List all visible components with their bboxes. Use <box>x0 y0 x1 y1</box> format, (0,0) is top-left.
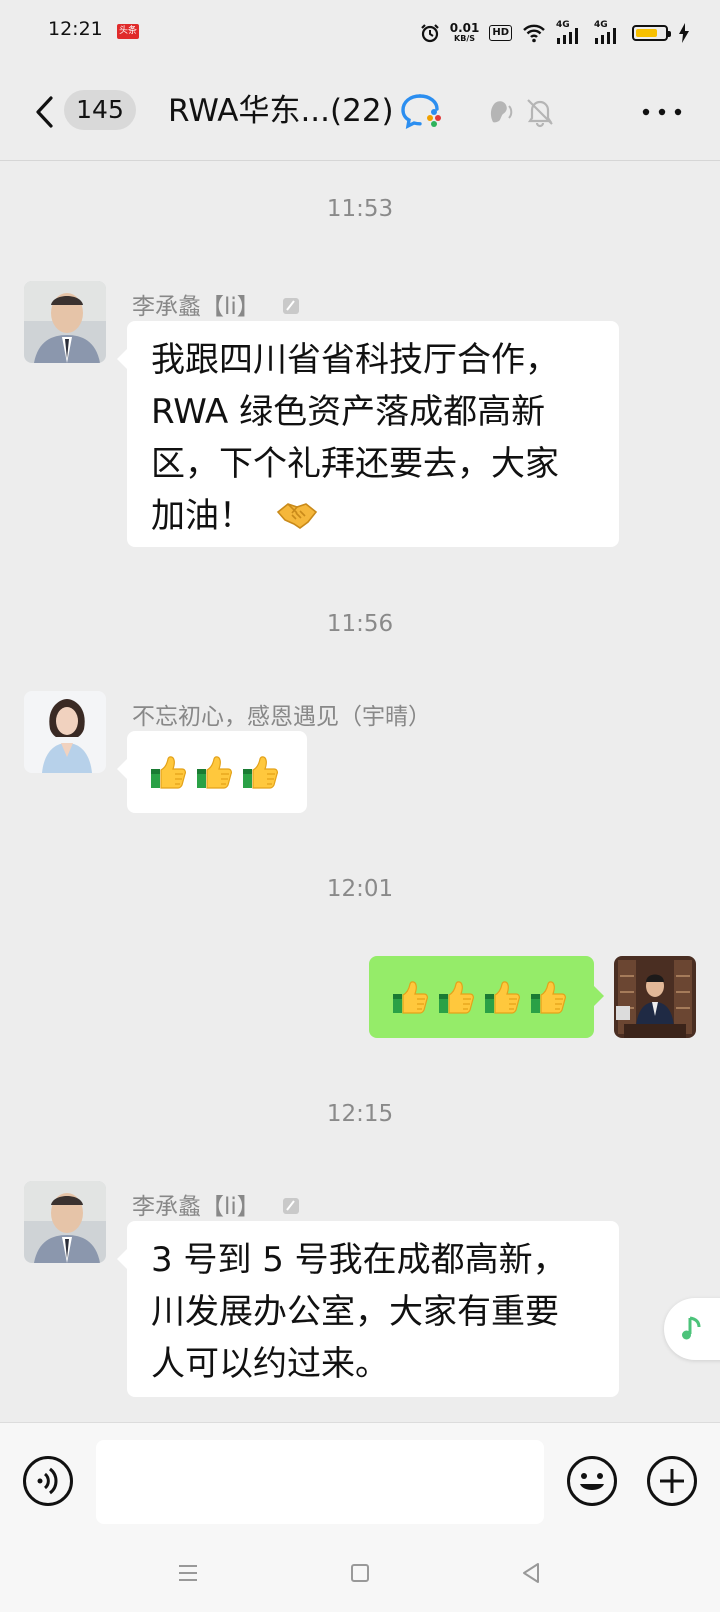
home-nav-icon[interactable] <box>345 1558 375 1588</box>
voice-input-icon[interactable] <box>22 1455 74 1507</box>
signal-icon: 4G <box>556 20 584 44</box>
battery-fill <box>636 29 657 37</box>
emoji-row <box>391 956 572 1038</box>
sender-tag-icon <box>283 298 300 314</box>
message-timestamp: 11:56 <box>326 611 394 637</box>
net-speed-value: 0.01 <box>449 21 480 35</box>
status-time: 12:21 <box>48 18 103 40</box>
message-timestamp: 11:53 <box>326 196 394 222</box>
news-notification-icon: 头条 <box>117 24 139 39</box>
message-input[interactable] <box>96 1440 544 1524</box>
input-bar <box>0 1422 720 1535</box>
system-nav-bar <box>0 1534 720 1612</box>
sender-tag-icon <box>283 1198 300 1214</box>
back-nav-icon[interactable] <box>516 1558 546 1588</box>
thumbs-up-emoji-icon <box>149 753 187 791</box>
net-speed-unit: KB/S <box>454 34 476 43</box>
thumbs-up-emoji-icon <box>483 978 521 1016</box>
wifi-icon <box>523 24 545 43</box>
sender-name-text: 李承蠡【li】 <box>132 1194 260 1220</box>
emoji-row <box>149 731 285 813</box>
thumbs-up-emoji-icon <box>195 753 233 791</box>
avatar[interactable] <box>24 691 106 773</box>
message-timestamp: 12:01 <box>326 876 394 902</box>
unread-count-badge[interactable]: 145 <box>64 90 136 130</box>
handshake-emoji-icon <box>276 503 317 529</box>
avatar[interactable] <box>24 281 106 363</box>
thumbs-up-emoji-icon <box>437 978 475 1016</box>
hd-voice-icon: HD <box>489 25 512 41</box>
message-bubble[interactable]: 3 号到 5 号我在成都高新， 川发展办公室，大家有重要 人可以约过来。 <box>117 1221 619 1397</box>
message-bubble-outgoing[interactable] <box>369 956 604 1038</box>
alarm-icon <box>420 24 439 43</box>
sender-name-text: 李承蠡【li】 <box>132 294 260 320</box>
battery-icon <box>632 25 671 41</box>
thumbs-up-emoji-icon <box>241 753 279 791</box>
mute-bell-icon <box>527 99 553 128</box>
plus-icon[interactable] <box>646 1455 698 1507</box>
net-speed: 0.01 KB/S <box>449 21 480 43</box>
back-icon[interactable] <box>30 92 60 132</box>
avatar[interactable] <box>24 1181 106 1263</box>
message-text: 3 号到 5 号我在成都高新， 川发展办公室，大家有重要 人可以约过来。 <box>151 1240 567 1384</box>
wecom-icon <box>401 94 441 130</box>
music-note-icon <box>682 1316 701 1340</box>
earpiece-icon <box>490 101 513 123</box>
sender-name: 李承蠡【li】 <box>132 287 301 321</box>
thumbs-up-emoji-icon <box>391 978 429 1016</box>
message-text: 我跟四川省省科技厅合作， RWA 绿色资产落成都高新 区，下个礼拜还要去，大家 … <box>151 340 559 536</box>
sender-name: 李承蠡【li】 <box>132 1187 301 1221</box>
chat-title[interactable]: RWA华东...(22) <box>168 90 394 132</box>
charging-icon <box>679 23 689 43</box>
status-bar: 12:21 头条 0.01 KB/S HD 4G 4G <box>0 0 720 66</box>
my-avatar[interactable] <box>614 956 696 1038</box>
signal-icon-2: 4G <box>594 20 622 44</box>
message-timestamp: 12:15 <box>326 1101 394 1127</box>
menu-nav-icon[interactable] <box>173 1558 203 1588</box>
chat-header: 145 RWA华东...(22) <box>0 66 720 161</box>
sender-name: 不忘初心，感恩遇见（宇晴） <box>132 704 431 730</box>
message-bubble[interactable] <box>117 731 307 813</box>
more-icon[interactable] <box>640 96 684 128</box>
floating-music-button[interactable] <box>664 1298 720 1360</box>
thumbs-up-emoji-icon <box>529 978 567 1016</box>
message-bubble[interactable]: 我跟四川省省科技厅合作， RWA 绿色资产落成都高新 区，下个礼拜还要去，大家 … <box>117 321 619 547</box>
emoji-icon[interactable] <box>566 1455 618 1507</box>
